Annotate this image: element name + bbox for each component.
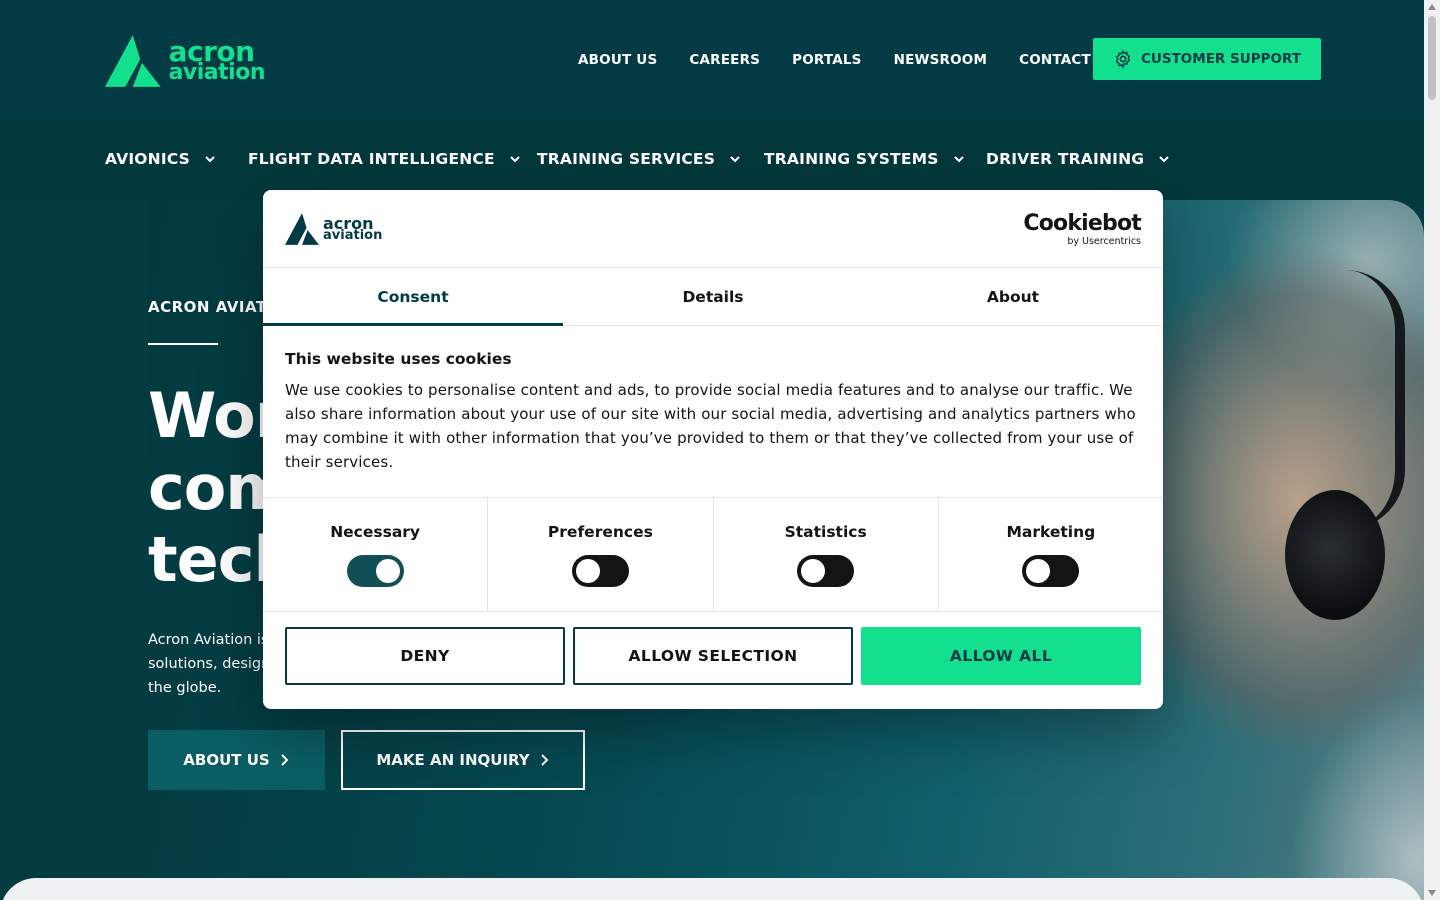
top-nav-newsroom[interactable]: NEWSROOM [894, 52, 988, 68]
deny-button[interactable]: DENY [285, 627, 565, 685]
main-nav-label: AVIONICS [105, 150, 191, 168]
dialog-acron-logo: acron aviation [285, 213, 382, 245]
site-header: acron aviation ABOUT US CAREERS PORTALS … [0, 0, 1424, 120]
cookie-dialog-tabs: Consent Details About [263, 268, 1163, 326]
next-section-panel [0, 878, 1424, 900]
logo-line1: acron [168, 34, 255, 68]
page-scrollbar[interactable] [1424, 0, 1440, 900]
main-nav-label: FLIGHT DATA INTELLIGENCE [248, 150, 495, 168]
cookiebot-sub: by Usercentrics [1067, 236, 1141, 247]
hero-desc-line2: solutions, design [148, 656, 271, 672]
hero-divider [148, 343, 218, 345]
toggle-knob [375, 559, 400, 583]
top-nav-contact[interactable]: CONTACT [1019, 52, 1091, 68]
top-nav-careers[interactable]: CAREERS [689, 52, 760, 68]
cookiebot-name: Cookiebot [1023, 211, 1141, 236]
chevron-right-icon [540, 754, 549, 766]
main-nav: AVIONICS FLIGHT DATA INTELLIGENCE TRAINI… [0, 120, 1424, 200]
hero-make-inquiry-button[interactable]: MAKE AN INQUIRY [341, 730, 585, 790]
cookie-category-toggles: Necessary Preferences Statistics Marketi… [263, 498, 1163, 612]
headset-earcup-graphic [1285, 490, 1385, 620]
allow-all-button[interactable]: ALLOW ALL [861, 627, 1141, 685]
main-nav-training-systems[interactable]: TRAINING SYSTEMS [764, 150, 986, 168]
top-nav-about-us[interactable]: ABOUT US [578, 52, 657, 68]
toggle-label-preferences: Preferences [547, 523, 653, 541]
chevron-down-icon [205, 156, 215, 163]
toggle-necessary[interactable] [346, 555, 404, 587]
cookie-dialog-text: We use cookies to personalise content an… [285, 381, 1136, 471]
toggle-marketing[interactable] [1022, 555, 1080, 587]
chevron-down-icon [510, 156, 520, 163]
hero-desc-line1: Acron Aviation is [148, 632, 269, 648]
hero-about-us-button[interactable]: ABOUT US [148, 730, 325, 790]
toggle-cell-marketing: Marketing [939, 498, 1163, 611]
dialog-logo-line2: aviation [323, 228, 383, 244]
toggle-label-marketing: Marketing [1006, 523, 1096, 541]
toggle-preferences[interactable] [571, 555, 629, 587]
chevron-down-icon [953, 156, 964, 163]
gear-icon [1115, 49, 1131, 69]
cookie-dialog-body: This website uses cookies We use cookies… [263, 326, 1163, 498]
scroll-down-arrow-icon[interactable] [1428, 890, 1436, 896]
cookie-dialog-actions: DENY ALLOW SELECTION ALLOW ALL [263, 612, 1163, 685]
scrollbar-thumb[interactable] [1428, 16, 1436, 100]
main-nav-flight-data-intelligence[interactable]: FLIGHT DATA INTELLIGENCE [248, 150, 537, 168]
cookie-dialog-header: acron aviation Cookiebot by Usercentrics [263, 190, 1163, 268]
hero-about-us-label: ABOUT US [183, 751, 270, 769]
toggle-knob [1026, 559, 1051, 583]
hero-eyebrow: ACRON AVIATI [148, 298, 273, 316]
acron-logo[interactable]: acron aviation [105, 32, 266, 90]
toggle-statistics[interactable] [797, 555, 855, 587]
chevron-down-icon [730, 156, 740, 163]
acron-logo-icon [285, 213, 319, 245]
dialog-logo-wordmark: acron aviation [323, 215, 383, 244]
toggle-label-statistics: Statistics [784, 523, 867, 541]
allow-selection-button[interactable]: ALLOW SELECTION [573, 627, 853, 685]
customer-support-label: CUSTOMER SUPPORT [1141, 51, 1301, 67]
acron-logo-icon [105, 35, 161, 87]
toggle-label-necessary: Necessary [330, 523, 421, 541]
tab-details[interactable]: Details [563, 268, 863, 325]
top-nav-portals[interactable]: PORTALS [792, 52, 862, 68]
tab-consent[interactable]: Consent [263, 268, 563, 326]
toggle-knob [801, 559, 826, 583]
logo-wordmark: acron aviation [168, 34, 266, 86]
toggle-cell-statistics: Statistics [714, 498, 939, 611]
cookiebot-logo[interactable]: Cookiebot by Usercentrics [1023, 211, 1141, 248]
main-nav-avionics[interactable]: AVIONICS [105, 150, 248, 168]
scroll-up-arrow-icon[interactable] [1428, 4, 1436, 10]
main-nav-training-services[interactable]: TRAINING SERVICES [537, 150, 764, 168]
hero-make-inquiry-label: MAKE AN INQUIRY [376, 751, 530, 769]
cookie-consent-dialog: acron aviation Cookiebot by Usercentrics… [263, 190, 1163, 709]
cookie-dialog-heading: This website uses cookies [285, 350, 512, 368]
main-nav-label: TRAINING SYSTEMS [764, 150, 939, 168]
toggle-cell-preferences: Preferences [488, 498, 714, 611]
chevron-down-icon [1159, 156, 1169, 163]
tab-about[interactable]: About [863, 268, 1163, 325]
hero-desc-line3: the globe. [148, 680, 222, 696]
chevron-right-icon [280, 754, 289, 766]
customer-support-button[interactable]: CUSTOMER SUPPORT [1093, 38, 1321, 80]
toggle-knob [575, 559, 600, 583]
toggle-cell-necessary: Necessary [263, 498, 489, 611]
main-nav-label: TRAINING SERVICES [537, 150, 716, 168]
main-nav-driver-training[interactable]: DRIVER TRAINING [986, 150, 1186, 168]
top-nav: ABOUT US CAREERS PORTALS NEWSROOM CONTAC… [578, 52, 1091, 68]
logo-line2: aviation [168, 60, 266, 86]
main-nav-label: DRIVER TRAINING [986, 150, 1145, 168]
